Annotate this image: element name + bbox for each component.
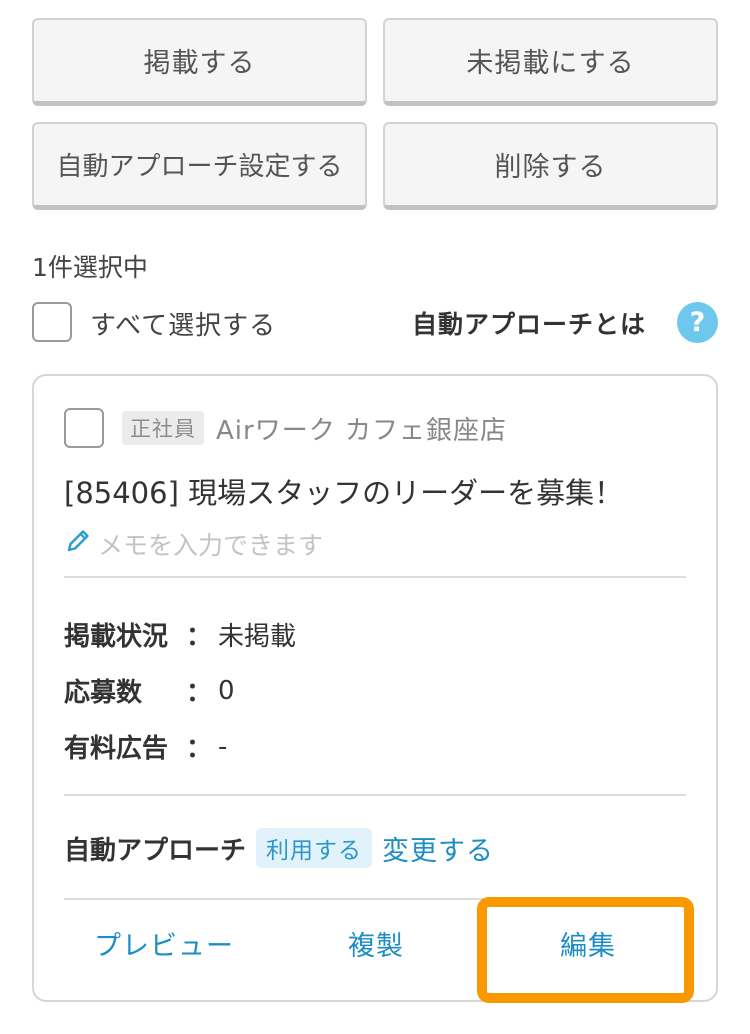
- colon: ：: [185, 678, 212, 708]
- select-all-checkbox[interactable]: [32, 302, 72, 342]
- edit-button[interactable]: 編集: [560, 924, 616, 963]
- duplicate-button[interactable]: 複製: [348, 924, 404, 963]
- paid-ads-label: 有料広告: [64, 734, 169, 764]
- status-label: 掲載状況: [64, 622, 169, 652]
- applications-row: 応募数 ： 0: [64, 672, 235, 709]
- divider: [64, 794, 686, 796]
- change-auto-approach-link[interactable]: 変更する: [382, 829, 494, 868]
- delete-button[interactable]: 削除する: [383, 122, 718, 210]
- applications-label: 応募数: [64, 678, 143, 708]
- auto-approach-help-link[interactable]: 自動アプローチとは: [412, 305, 646, 341]
- unpublish-button[interactable]: 未掲載にする: [383, 18, 718, 106]
- memo-input[interactable]: メモを入力できます: [64, 526, 323, 562]
- status-row: 掲載状況 ： 未掲載: [64, 616, 296, 653]
- help-question-icon[interactable]: ?: [677, 302, 718, 343]
- select-all-label[interactable]: すべて選択する: [90, 305, 276, 342]
- selection-count: 1件選択中: [32, 253, 148, 282]
- pencil-icon: [64, 527, 92, 561]
- status-value: 未掲載: [218, 622, 297, 652]
- divider: [64, 898, 686, 900]
- paid-ads-row: 有料広告 ： -: [64, 728, 227, 765]
- auto-approach-row: 自動アプローチ 利用する 変更する: [64, 828, 494, 868]
- colon: ：: [185, 622, 212, 652]
- divider: [64, 576, 686, 578]
- job-title[interactable]: [85406] 現場スタッフのリーダーを募集！: [64, 470, 623, 512]
- publish-button[interactable]: 掲載する: [32, 18, 367, 106]
- applications-value: 0: [218, 675, 235, 706]
- memo-placeholder: メモを入力できます: [98, 531, 324, 560]
- job-select-checkbox[interactable]: [64, 408, 104, 448]
- colon: ：: [185, 734, 212, 764]
- store-name: Airワーク カフェ銀座店: [216, 416, 507, 446]
- paid-ads-value: -: [218, 731, 228, 762]
- job-card: 正社員 Airワーク カフェ銀座店 [85406] 現場スタッフのリーダーを募集…: [32, 374, 718, 1002]
- auto-approach-setting-button[interactable]: 自動アプローチ設定する: [32, 122, 367, 210]
- auto-approach-label: 自動アプローチ: [64, 835, 247, 866]
- employment-type-badge: 正社員: [122, 411, 204, 445]
- auto-approach-status-badge: 利用する: [256, 828, 373, 868]
- preview-button[interactable]: プレビュー: [94, 924, 234, 963]
